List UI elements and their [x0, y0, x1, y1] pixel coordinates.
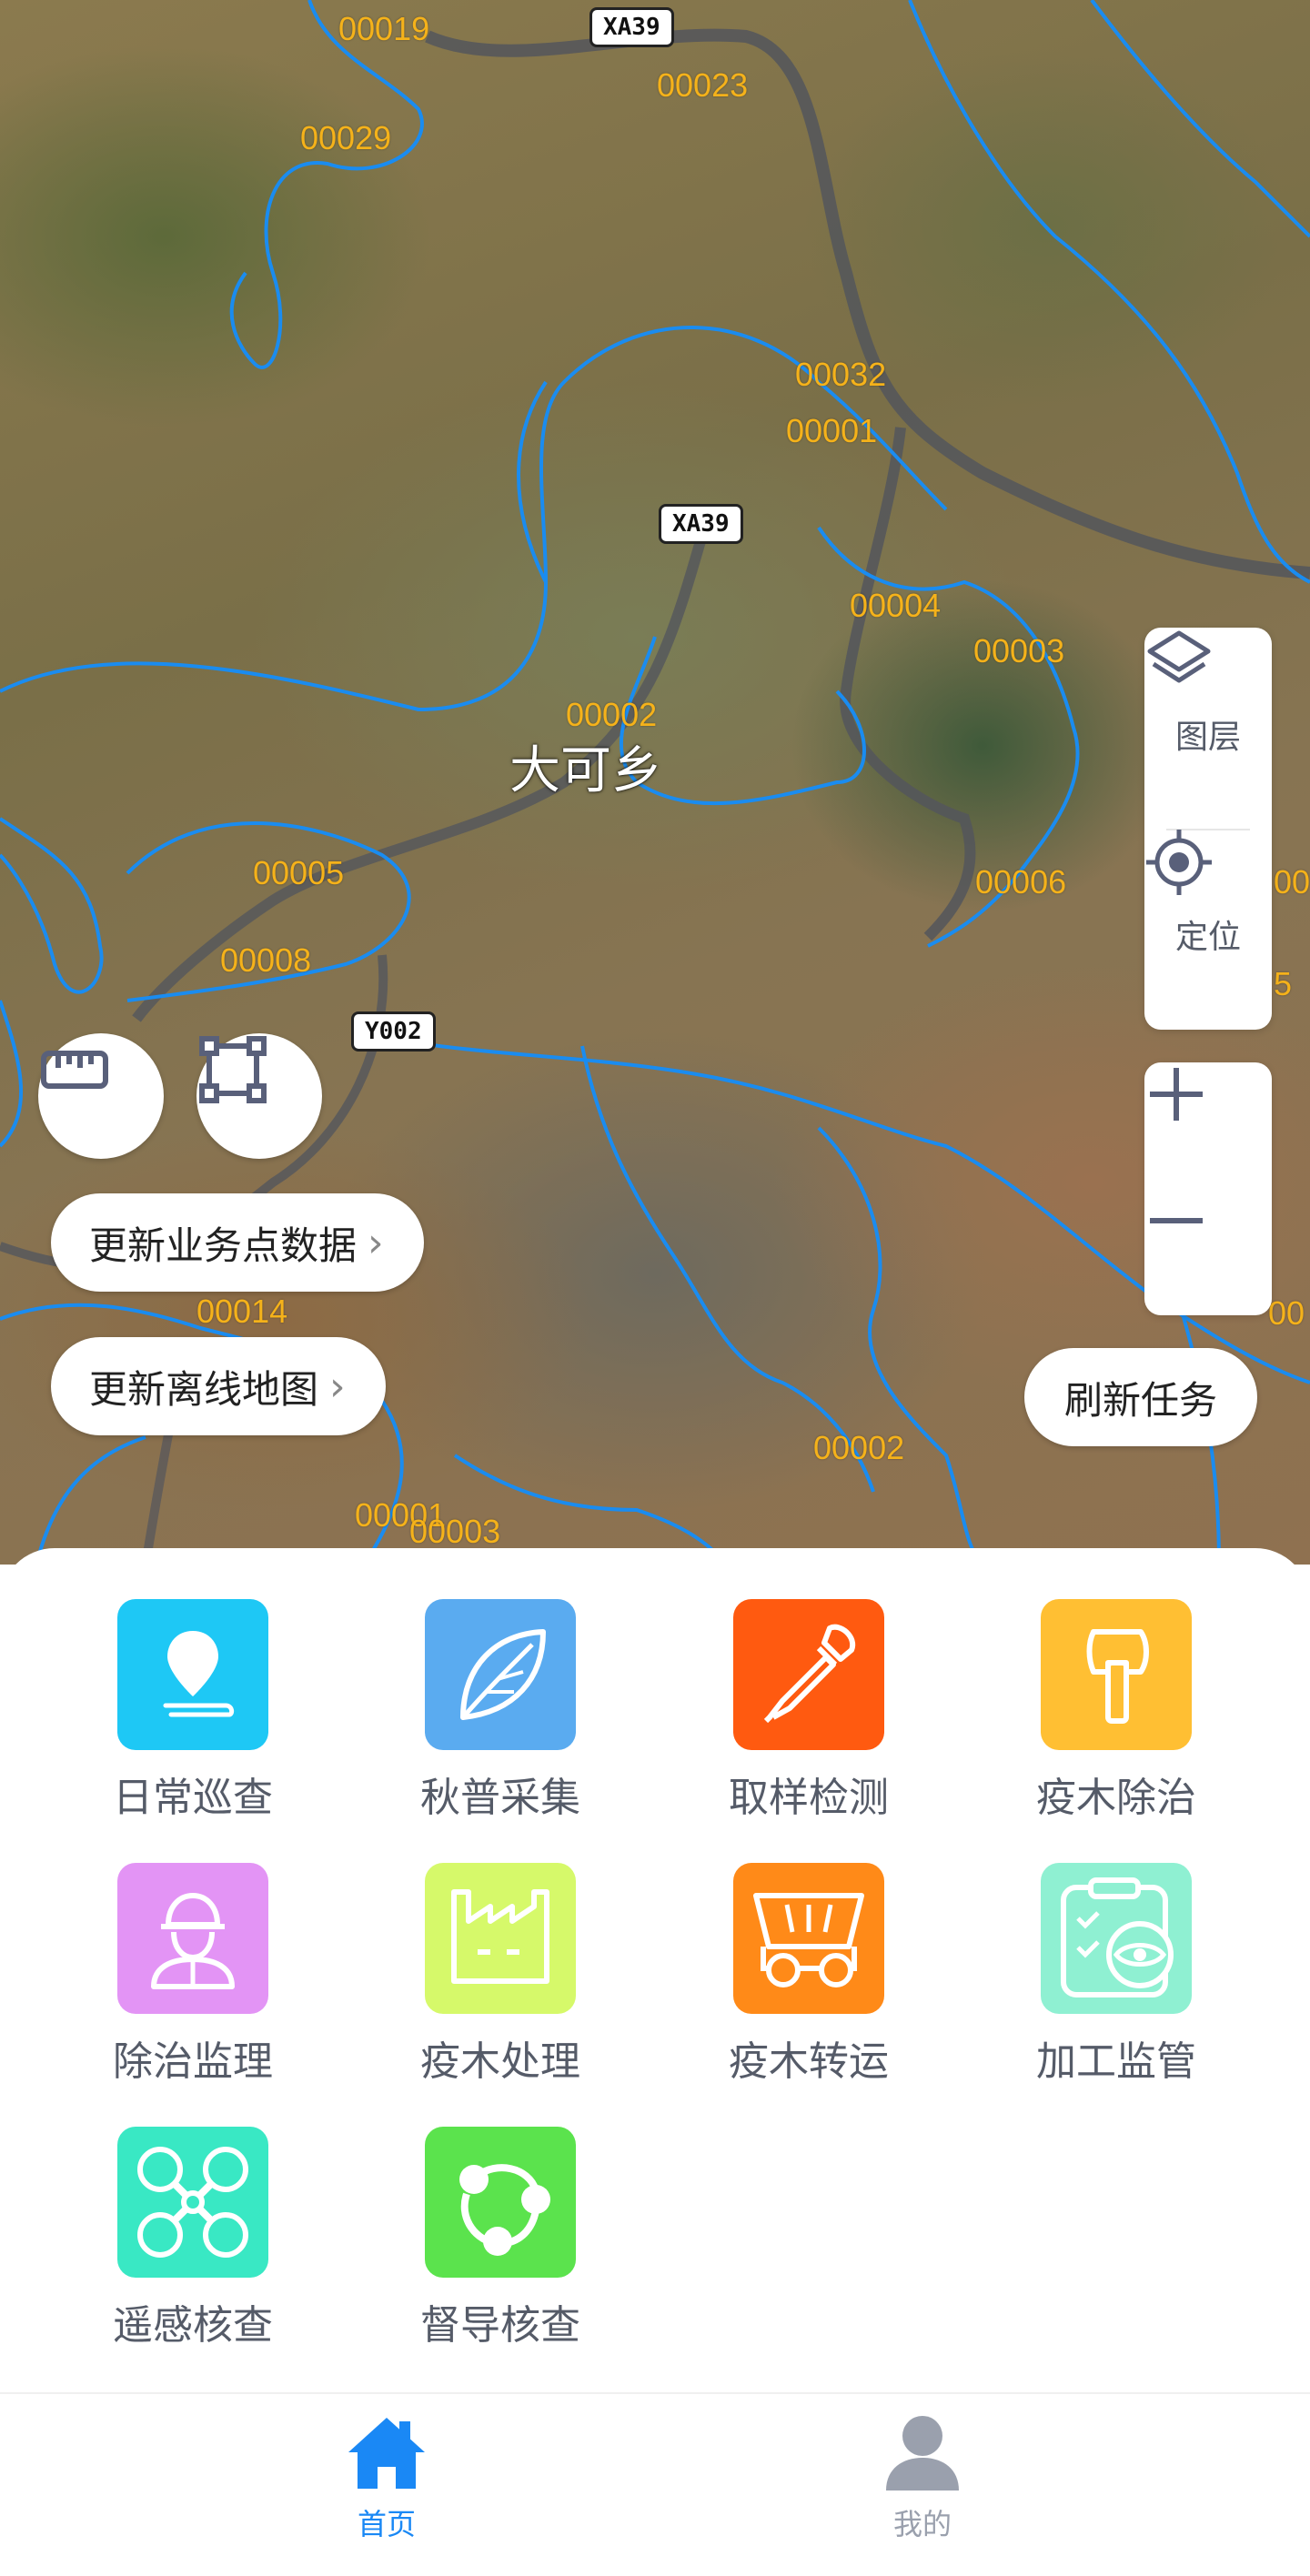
axe-icon — [1041, 1599, 1192, 1750]
function-diseased-wood-removal[interactable]: 疫木除治 — [980, 1599, 1253, 1836]
user-icon — [886, 2416, 959, 2490]
function-label: 督导核查 — [420, 2302, 580, 2349]
locate-button[interactable]: 定位 — [1144, 828, 1272, 1028]
update-business-data-button[interactable]: 更新业务点数据 › — [51, 1193, 424, 1292]
ruler-button[interactable] — [38, 1033, 164, 1159]
function-diseased-wood-transport[interactable]: 疫木转运 — [672, 1863, 945, 2099]
chevron-right-icon: › — [329, 1363, 346, 1410]
update-offline-map-label: 更新离线地图 — [89, 1366, 319, 1412]
function-remote-sensing-check[interactable]: 遥感核查 — [56, 2127, 329, 2363]
function-label: 取样检测 — [729, 1775, 889, 1821]
poi-label[interactable]: 00005 — [253, 855, 344, 891]
function-label: 除治监理 — [113, 2038, 273, 2085]
truck-icon — [733, 1863, 884, 2014]
leaf-icon — [425, 1599, 576, 1750]
area-measure-button[interactable] — [196, 1033, 322, 1159]
layers-icon — [1147, 630, 1211, 683]
function-label: 疫木除治 — [1036, 1775, 1196, 1821]
poi-label[interactable]: 00 — [1268, 1295, 1305, 1332]
road-badge: XA39 — [659, 504, 743, 544]
map-side-panel: 图层 定位 — [1144, 628, 1272, 1030]
town-label: 大可乡 — [509, 741, 662, 800]
poi-label[interactable]: 00029 — [300, 120, 391, 156]
location-pin-icon — [117, 1599, 268, 1750]
nav-mine[interactable]: 我的 — [831, 2412, 1013, 2543]
dropper-icon — [733, 1599, 884, 1750]
poi-label[interactable]: 00001 — [786, 413, 877, 449]
function-removal-supervision[interactable]: 除治监理 — [56, 1863, 329, 2099]
locate-label: 定位 — [1174, 919, 1241, 956]
poi-label[interactable]: 00023 — [657, 67, 748, 104]
update-offline-map-button[interactable]: 更新离线地图 › — [51, 1337, 386, 1435]
function-sampling-test[interactable]: 取样检测 — [672, 1599, 945, 1836]
function-label: 日常巡查 — [113, 1775, 273, 1821]
nav-home[interactable]: 首页 — [296, 2412, 478, 2543]
poi-label[interactable]: 00006 — [975, 864, 1066, 901]
poi-label[interactable]: 00032 — [795, 357, 886, 393]
factory-icon — [425, 1863, 576, 2014]
poi-label[interactable]: 00 — [1274, 864, 1310, 901]
function-label: 疫木处理 — [420, 2038, 580, 2085]
zoom-out-button[interactable] — [1144, 1189, 1272, 1315]
clipboard-eye-icon — [1041, 1863, 1192, 2014]
map-view[interactable]: XA39 XA39 Y002 00019 00023 00029 00032 0… — [0, 0, 1310, 1565]
nav-mine-label: 我的 — [892, 2507, 952, 2541]
function-supervision-check[interactable]: 督导核查 — [364, 2127, 637, 2363]
nav-home-label: 首页 — [357, 2507, 416, 2541]
poi-label[interactable]: 00003 — [973, 633, 1064, 669]
ruler-icon — [41, 1051, 108, 1089]
plus-icon — [1150, 1068, 1203, 1121]
layers-button[interactable]: 图层 — [1144, 628, 1272, 828]
layers-label: 图层 — [1174, 719, 1241, 756]
share-icon — [425, 2127, 576, 2278]
road-badge: XA39 — [590, 7, 674, 47]
road-badge: Y002 — [351, 1011, 436, 1052]
drone-icon — [117, 2127, 268, 2278]
poi-label[interactable]: 00003 — [409, 1514, 500, 1550]
function-label: 疫木转运 — [729, 2038, 889, 2085]
poi-label[interactable]: 00002 — [566, 697, 657, 733]
poi-label[interactable]: 5 — [1274, 966, 1292, 1002]
poi-label[interactable]: 00019 — [338, 11, 429, 47]
function-autumn-survey[interactable]: 秋普采集 — [364, 1599, 637, 1836]
poi-label[interactable]: 00008 — [220, 942, 311, 979]
update-business-data-label: 更新业务点数据 — [89, 1223, 358, 1268]
chevron-right-icon: › — [368, 1219, 384, 1266]
function-daily-patrol[interactable]: 日常巡查 — [56, 1599, 329, 1836]
zoom-in-button[interactable] — [1144, 1062, 1272, 1189]
function-processing-supervision[interactable]: 加工监管 — [980, 1863, 1253, 2099]
function-grid: 日常巡查 秋普采集 取样检测 疫木除治 除治监理 疫木处理 疫木转运 加工监管 … — [0, 1548, 1310, 2392]
minus-icon — [1150, 1218, 1203, 1223]
locate-icon — [1146, 830, 1212, 895]
home-icon — [348, 2418, 425, 2489]
poi-label[interactable]: 00002 — [813, 1430, 904, 1466]
poi-label[interactable]: 00004 — [850, 588, 941, 624]
function-label: 遥感核查 — [113, 2302, 273, 2349]
function-diseased-wood-processing[interactable]: 疫木处理 — [364, 1863, 637, 2099]
area-select-icon — [199, 1036, 267, 1103]
function-label: 加工监管 — [1036, 2038, 1196, 2085]
refresh-task-label: 刷新任务 — [1064, 1377, 1218, 1423]
zoom-panel — [1144, 1062, 1272, 1315]
worker-icon — [117, 1863, 268, 2014]
bottom-nav: 首页 我的 — [0, 2392, 1310, 2576]
refresh-task-button[interactable]: 刷新任务 — [1024, 1348, 1258, 1446]
function-label: 秋普采集 — [420, 1775, 580, 1821]
poi-label[interactable]: 00014 — [196, 1293, 287, 1330]
